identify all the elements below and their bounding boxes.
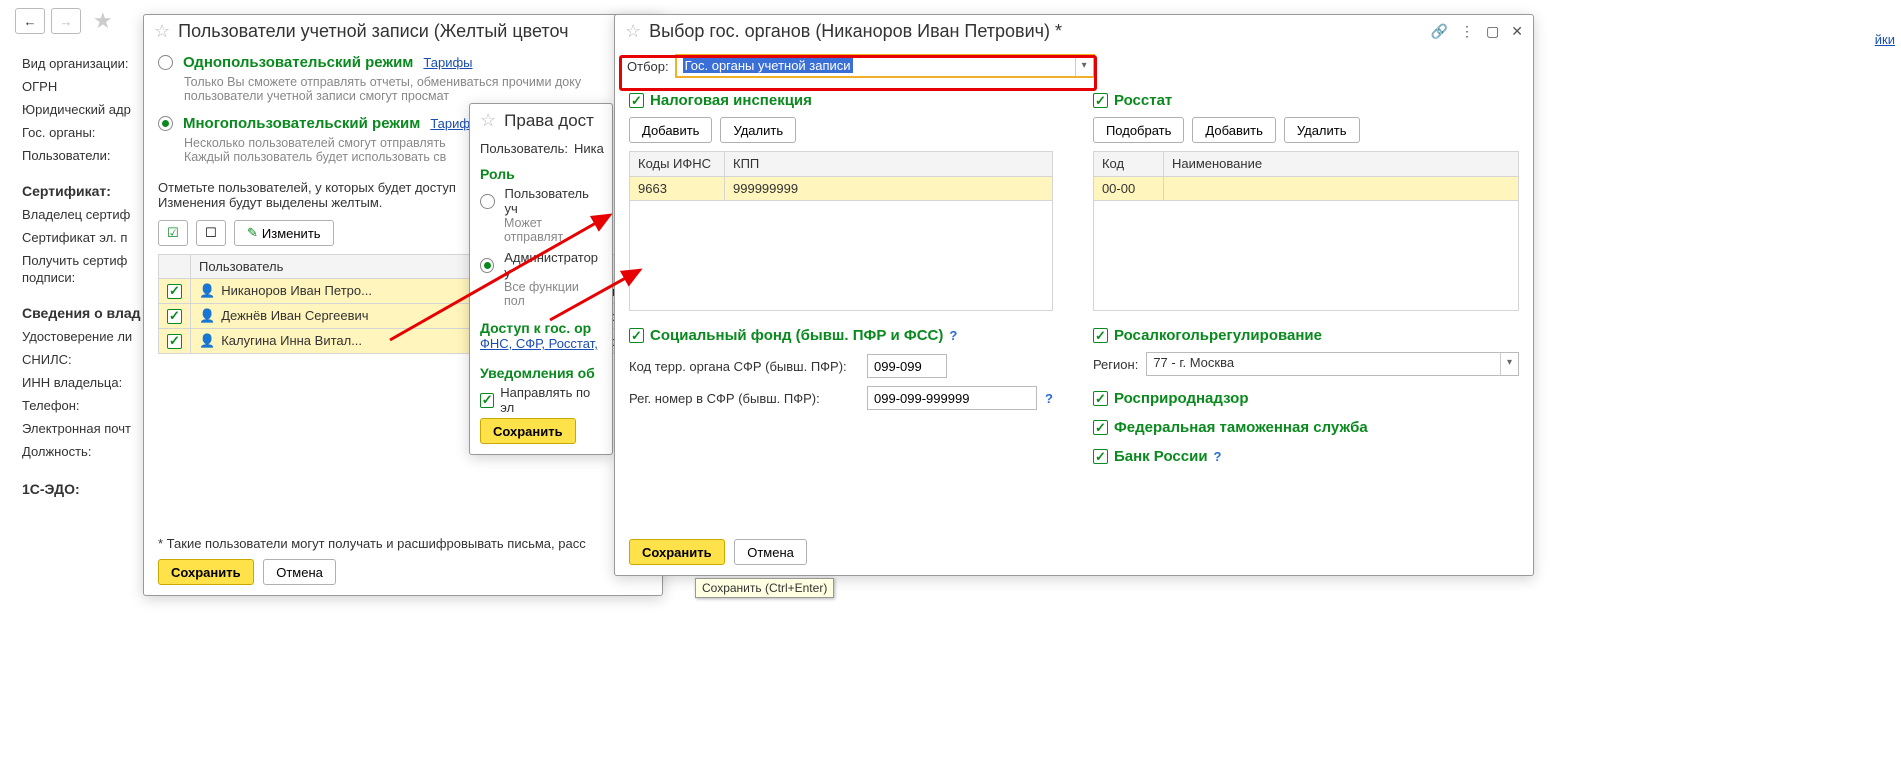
label: Пользователи: [22,148,141,163]
label: Гос. органы: [22,125,141,140]
cancel-button[interactable]: Отмена [734,539,807,565]
sfr-reg-input[interactable] [867,386,1037,410]
chevron-down-icon[interactable]: ▾ [1075,56,1093,76]
favorite-icon[interactable]: ★ [93,8,113,34]
left-sidebar: Вид организации: ОГРН Юридический адр Го… [22,56,141,497]
region-dropdown[interactable]: 77 - г. Москва ▾ [1146,352,1519,376]
sfr-code-input[interactable] [867,354,947,378]
label: ОГРН [22,79,141,94]
user-label: Пользователь: [480,141,568,156]
add-button[interactable]: Добавить [629,117,712,143]
radio-multi[interactable] [158,116,173,131]
help-icon[interactable]: ? [1045,391,1053,406]
window-title: Права дост [504,111,594,131]
save-tooltip: Сохранить (Ctrl+Enter) [695,578,834,598]
row-checkbox[interactable] [167,284,182,299]
access-head: Доступ к гос. ор [480,320,602,336]
help-icon[interactable]: ? [949,328,957,343]
window-title: Пользователи учетной записи (Желтый цвет… [178,21,568,42]
chevron-down-icon[interactable]: ▾ [1500,353,1518,375]
user-icon: 👤 [199,283,215,298]
radio-role-user[interactable] [480,194,495,209]
table-row[interactable]: 00-00 [1093,176,1518,201]
nav-back-button[interactable]: ← [15,8,45,34]
rosstat-checkbox[interactable] [1093,93,1108,108]
link-icon[interactable]: 🔗 [1431,23,1448,40]
fns-head: Налоговая инспекция [650,92,812,109]
row-checkbox[interactable] [167,309,182,324]
close-icon[interactable]: ✕ [1511,23,1523,40]
sub: пользователи учетной записи смогут просм… [184,89,648,103]
rar-checkbox[interactable] [1093,328,1108,343]
footnote: * Такие пользователи могут получать и ра… [158,536,648,551]
save-button[interactable]: Сохранить [480,418,576,444]
window-title: Выбор гос. органов (Никаноров Иван Петро… [649,21,1062,42]
section-owner: Сведения о влад [22,305,141,321]
access-link[interactable]: ФНС, СФР, Росстат, [480,336,598,351]
radio-single[interactable] [158,55,173,70]
user-value: Ника [574,141,604,156]
edit-button[interactable]: ✎Изменить [234,220,334,246]
fns-checkbox[interactable] [629,93,644,108]
save-button[interactable]: Сохранить [629,539,725,565]
mode-multi: Многопользовательский режим [183,115,420,132]
fns-table: Коды ИФНСКПП 9663999999999 [629,151,1053,311]
menu-icon[interactable]: ⋮ [1460,23,1474,40]
sfr-head: Социальный фонд (бывш. ПФР и ФСС) [650,327,943,344]
user-icon: 👤 [199,333,215,348]
uncheck-all-button[interactable]: ☐ [196,220,226,246]
fts-checkbox[interactable] [1093,420,1108,435]
settings-link-clipped[interactable]: йки [1875,32,1895,47]
sfr-checkbox[interactable] [629,328,644,343]
label: Получить сертиф [22,253,141,268]
delete-button[interactable]: Удалить [720,117,796,143]
cancel-button[interactable]: Отмена [263,559,336,585]
pick-button[interactable]: Подобрать [1093,117,1184,143]
section-cert: Сертификат: [22,183,141,199]
label: Сертификат эл. п [22,230,141,245]
label: Вид организации: [22,56,141,71]
user-icon: 👤 [199,308,215,323]
notif-head: Уведомления об [480,365,602,381]
nav-fwd-button[interactable]: → [51,8,81,34]
save-button[interactable]: Сохранить [158,559,254,585]
add-button[interactable]: Добавить [1192,117,1275,143]
row-checkbox[interactable] [167,334,182,349]
check-all-button[interactable]: ☑ [158,220,188,246]
delete-button[interactable]: Удалить [1284,117,1360,143]
filter-dropdown[interactable]: Гос. органы учетной записи ▾ [675,54,1095,78]
sub: Только Вы сможете отправлять отчеты, обм… [184,75,648,89]
rpn-checkbox[interactable] [1093,391,1108,406]
label: Владелец сертиф [22,207,141,222]
rar-head: Росалкогольрегулирование [1114,327,1322,344]
star-icon[interactable]: ☆ [154,21,170,42]
star-icon[interactable]: ☆ [625,21,641,42]
tariffs-link[interactable]: Тарифы [423,55,472,70]
window-rights: ☆ Права дост Пользователь: Ника Роль Пол… [469,103,613,455]
label: подписи: [22,270,141,285]
star-icon[interactable]: ☆ [480,110,496,131]
label: Должность: [22,444,141,459]
role-head: Роль [480,166,602,182]
mode-single: Однопользовательский режим [183,54,413,71]
cb-checkbox[interactable] [1093,449,1108,464]
section-edo: 1С-ЭДО: [22,481,141,497]
label: СНИЛС: [22,352,141,367]
label: Удостоверение ли [22,329,141,344]
label: ИНН владельца: [22,375,141,390]
filter-label: Отбор: [627,59,669,74]
label: Юридический адр [22,102,141,117]
rosstat-table: КодНаименование 00-00 [1093,151,1519,311]
notif-checkbox[interactable] [480,393,494,408]
table-row[interactable]: 9663999999999 [630,176,1053,201]
label: Телефон: [22,398,141,413]
label: Электронная почт [22,421,141,436]
rosstat-head: Росстат [1114,92,1172,109]
help-icon[interactable]: ? [1214,449,1222,464]
window-gov-select: ☆ Выбор гос. органов (Никаноров Иван Пет… [614,14,1534,576]
maximize-icon[interactable]: ▢ [1486,23,1499,40]
radio-role-admin[interactable] [480,258,494,273]
